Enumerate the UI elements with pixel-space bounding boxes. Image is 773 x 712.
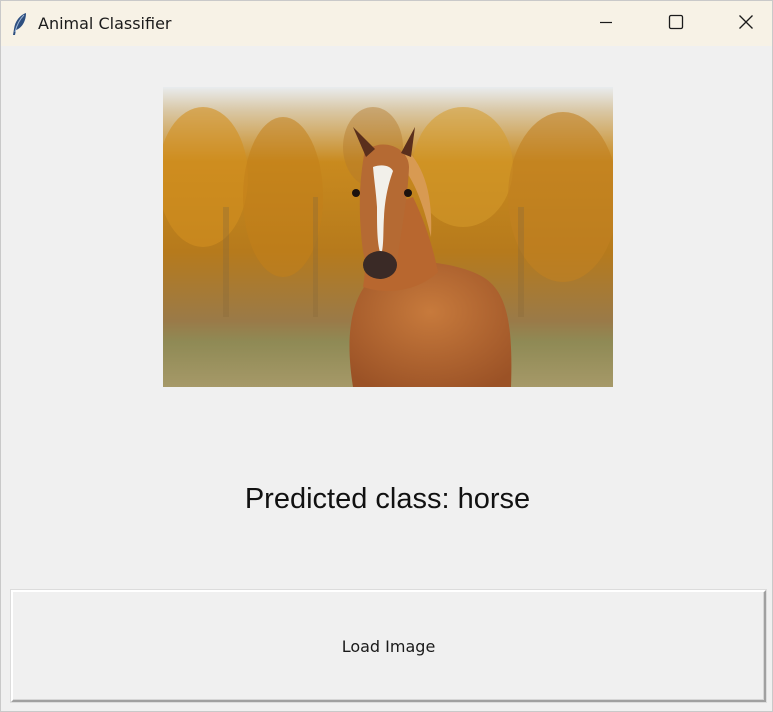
minimize-button[interactable] — [571, 1, 641, 46]
minimize-icon — [598, 14, 614, 34]
close-button[interactable] — [711, 1, 773, 46]
window-title: Animal Classifier — [38, 14, 172, 33]
close-icon — [738, 14, 754, 34]
maximize-icon — [668, 14, 684, 34]
title-bar[interactable]: Animal Classifier — [1, 1, 772, 46]
classified-image — [163, 87, 613, 387]
load-image-button-label: Load Image — [341, 636, 436, 656]
app-window: Animal Classifier Predicted class: horse… — [0, 0, 773, 712]
feather-icon — [11, 12, 29, 36]
prediction-label: Predicted class: horse — [244, 483, 531, 515]
maximize-button[interactable] — [641, 1, 711, 46]
load-image-button[interactable]: Load Image — [11, 590, 766, 702]
